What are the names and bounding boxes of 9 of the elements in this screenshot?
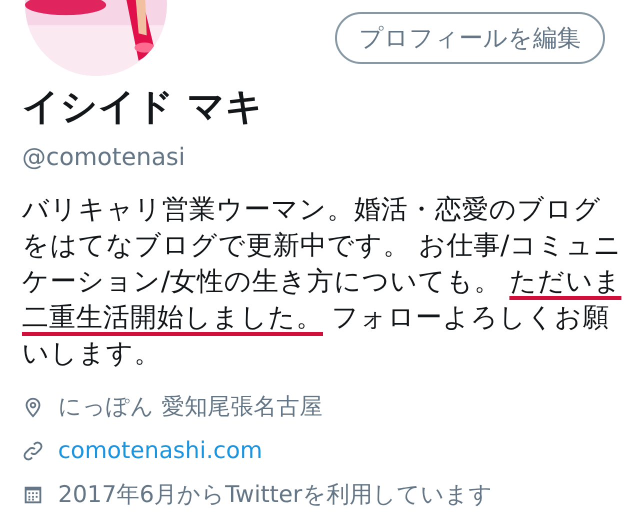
website-link[interactable]: comotenashi.com — [58, 436, 262, 466]
edit-profile-button[interactable]: プロフィールを編集 — [335, 12, 605, 64]
profile-name: イシイド マキ — [22, 84, 264, 130]
calendar-icon — [22, 484, 44, 506]
location-text: にっぽん 愛知尾張名古屋 — [58, 393, 322, 422]
link-icon — [22, 440, 44, 462]
joined-date-text: 2017年6月からTwitterを利用しています — [58, 481, 492, 510]
profile-handle: @comotenasi — [22, 142, 186, 172]
profile-bio: バリキャリ営業ウーマン。婚活・恋愛のブログをはてなブログで更新中です。 お仕事/コミュニケーション/女性の生き方についても。 ただいま二重生活開始しました。 フォローよろしくお願いします。 — [22, 193, 622, 371]
